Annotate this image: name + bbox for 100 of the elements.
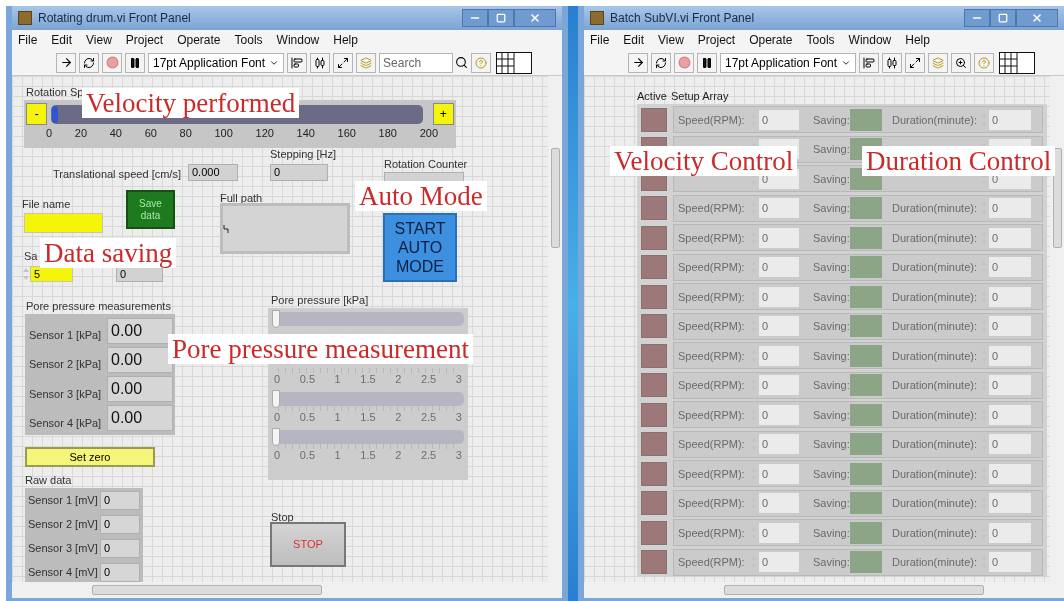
field-label: Speed(RPM): <box>678 497 745 509</box>
value-display: 5 <box>30 266 73 282</box>
callout-tooltip: Pore pressure measurement <box>168 334 473 364</box>
control-label: Stepping [Hz] <box>270 147 337 162</box>
field-label: Duration(minute): <box>892 202 977 214</box>
scale-label: 40 <box>109 127 122 140</box>
scale-label: 1.5 <box>360 373 376 386</box>
value-display: 0 <box>270 164 328 181</box>
value-display: 0.00 <box>107 346 173 373</box>
scale-label: 200 <box>419 127 438 140</box>
scale-label: 0.5 <box>299 411 315 424</box>
scale-label: 2 <box>395 411 402 424</box>
scale-label: 2.5 <box>420 449 437 462</box>
field-label: Saving: <box>813 231 850 244</box>
field-label: Saving: <box>813 261 850 273</box>
value-display: 0 <box>100 514 140 534</box>
control-label: Rotation Counter <box>384 157 468 172</box>
scale-label: 3 <box>455 411 462 424</box>
field-label: Duration(minute): <box>892 349 977 362</box>
field-label: Saving: <box>813 202 850 214</box>
field-label: Duration(minute): <box>892 320 977 332</box>
sensor-label: Sensor 2 [kPa] <box>29 357 103 373</box>
value-display: 0.00 <box>107 405 173 432</box>
callout-tooltip: Velocity Control <box>610 146 798 176</box>
control-label: Stop <box>271 510 294 525</box>
field-label: Saving: <box>813 467 850 480</box>
value-display: 0.000 <box>188 164 238 181</box>
window-title: Batch SubVI.vi Front Panel <box>610 10 755 27</box>
scale-label: 100 <box>214 127 233 140</box>
field-label: Saving: <box>813 526 850 539</box>
field-label: Speed(RPM): <box>678 261 745 273</box>
array-label: Setup Array <box>670 88 729 104</box>
field-label: Speed(RPM): <box>678 320 745 332</box>
scale-label: 0 <box>274 449 281 462</box>
scale-label: 2.5 <box>420 373 437 386</box>
scale-label: 60 <box>144 127 157 140</box>
scale-label: 3 <box>455 449 462 462</box>
field-label: Saving: <box>813 349 850 362</box>
scale-label: 80 <box>179 127 192 140</box>
field-label: Duration(minute): <box>892 556 977 568</box>
value-display: 0.00 <box>107 376 173 403</box>
value-display: 0 <box>100 562 140 582</box>
scale-label: 0 <box>274 373 281 386</box>
field-label: Speed(RPM): <box>678 113 745 126</box>
scale-label: 1.5 <box>360 449 376 462</box>
column-label: Active <box>637 88 667 104</box>
field-label: Saving: <box>813 172 850 185</box>
field-label: Saving: <box>813 143 850 155</box>
scale-label: 3 <box>455 373 462 386</box>
field-label: Saving: <box>813 290 850 303</box>
scale-label: 0.5 <box>299 373 315 386</box>
scale-label: 1.5 <box>360 411 376 424</box>
sensor-label: Sensor 4 [mV] <box>28 564 98 580</box>
field-label: Duration(minute): <box>892 526 977 539</box>
sensor-label: Sensor 3 [kPa] <box>29 386 103 402</box>
scale-label: 1 <box>334 373 341 386</box>
scale-label: 1 <box>334 411 341 424</box>
field-label: Speed(RPM): <box>678 231 745 244</box>
control-label: Full path <box>220 191 263 206</box>
scale-label: 0 <box>274 411 281 424</box>
value-display: 0 <box>100 538 140 558</box>
value-display: 0 <box>100 490 140 510</box>
control-label: Sa <box>24 249 38 264</box>
field-label: Speed(RPM): <box>678 556 745 568</box>
field-label: Duration(minute): <box>892 290 977 303</box>
field-label: Saving: <box>813 113 850 126</box>
field-label: Saving: <box>813 556 850 568</box>
sensor-label: Sensor 2 [mV] <box>28 516 98 532</box>
field-label: Duration(minute): <box>892 231 977 244</box>
callout-tooltip: Data saving <box>40 238 177 268</box>
field-label: Saving: <box>813 408 850 421</box>
section-title: Pore pressure measurements <box>26 299 171 314</box>
sensor-label: Sensor 1 [mV] <box>28 492 98 508</box>
field-label: Speed(RPM): <box>678 526 745 539</box>
scale-label: 180 <box>378 127 397 140</box>
scale-label: 0.5 <box>299 449 315 462</box>
field-label: Speed(RPM): <box>678 349 745 362</box>
sensor-label: Sensor 3 [mV] <box>28 540 98 556</box>
scale-label: 120 <box>255 127 274 140</box>
field-label: Speed(RPM): <box>678 379 745 391</box>
field-label: Speed(RPM): <box>678 290 745 303</box>
scale-label: 2.5 <box>420 411 437 424</box>
scale-label: 160 <box>337 127 356 140</box>
section-title: Raw data <box>25 473 72 488</box>
sensor-label: Sensor 1 [kPa] <box>29 328 103 344</box>
field-label: Duration(minute): <box>892 438 977 450</box>
field-label: Duration(minute): <box>892 497 977 509</box>
field-label: Saving: <box>813 320 850 332</box>
field-label: Duration(minute): <box>892 408 977 421</box>
field-label: Duration(minute): <box>892 467 977 480</box>
control-label: Translational speed [cm/s] <box>53 167 181 182</box>
field-label: Speed(RPM): <box>678 408 745 421</box>
scale-label: 1 <box>334 449 341 462</box>
callout-tooltip: Auto Mode <box>355 181 487 211</box>
field-label: Speed(RPM): <box>678 438 745 450</box>
scale-label: 0 <box>46 127 53 140</box>
field-label: Speed(RPM): <box>678 202 745 214</box>
scale-label: 140 <box>296 127 315 140</box>
scale-label: 20 <box>74 127 88 140</box>
callout-tooltip: Duration Control <box>862 146 1056 176</box>
